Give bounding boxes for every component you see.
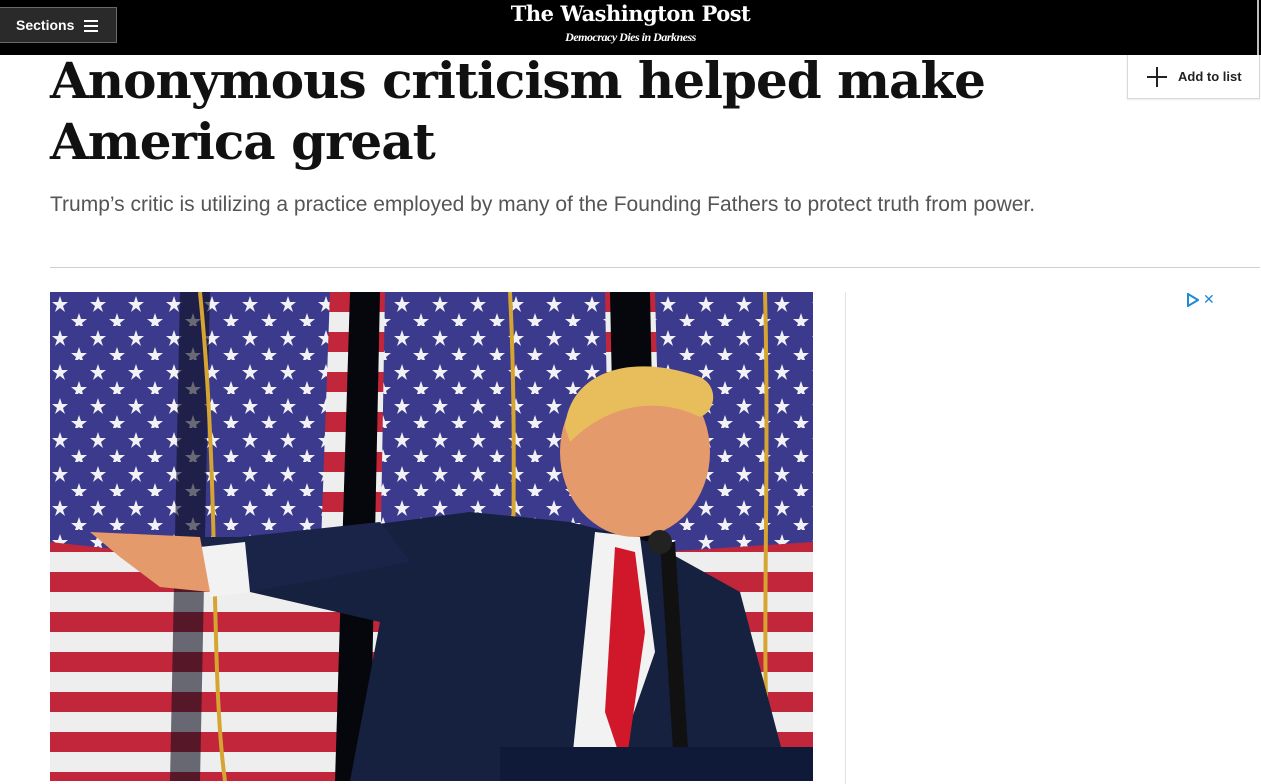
article-subheadline: Trump’s critic is utilizing a practice e… xyxy=(50,193,1036,216)
ad-controls: ✕ xyxy=(1187,293,1215,307)
lead-photo[interactable] xyxy=(50,292,813,781)
logo-text: The Washington Post xyxy=(510,1,751,26)
scroll-edge xyxy=(1257,0,1259,55)
plus-icon xyxy=(1147,66,1167,87)
site-header: Sections The Washington Post Democracy D… xyxy=(0,0,1261,55)
ad-divider xyxy=(845,292,846,784)
hamburger-icon xyxy=(84,19,99,32)
header-divider xyxy=(50,267,1260,268)
article-headline: Anonymous criticism helped make America … xyxy=(50,51,986,171)
masthead: The Washington Post Democracy Dies in Da… xyxy=(0,0,1261,55)
site-logo[interactable]: The Washington Post Democracy Dies in Da… xyxy=(511,1,751,44)
sections-button[interactable]: Sections xyxy=(0,7,117,43)
adchoices-play-icon[interactable] xyxy=(1187,293,1199,307)
close-icon[interactable]: ✕ xyxy=(1203,293,1215,307)
tagline: Democracy Dies in Darkness xyxy=(565,30,696,44)
add-to-list-button[interactable]: Add to list xyxy=(1127,55,1260,99)
add-to-list-label: Add to list xyxy=(1178,69,1242,84)
sections-label: Sections xyxy=(16,17,75,33)
